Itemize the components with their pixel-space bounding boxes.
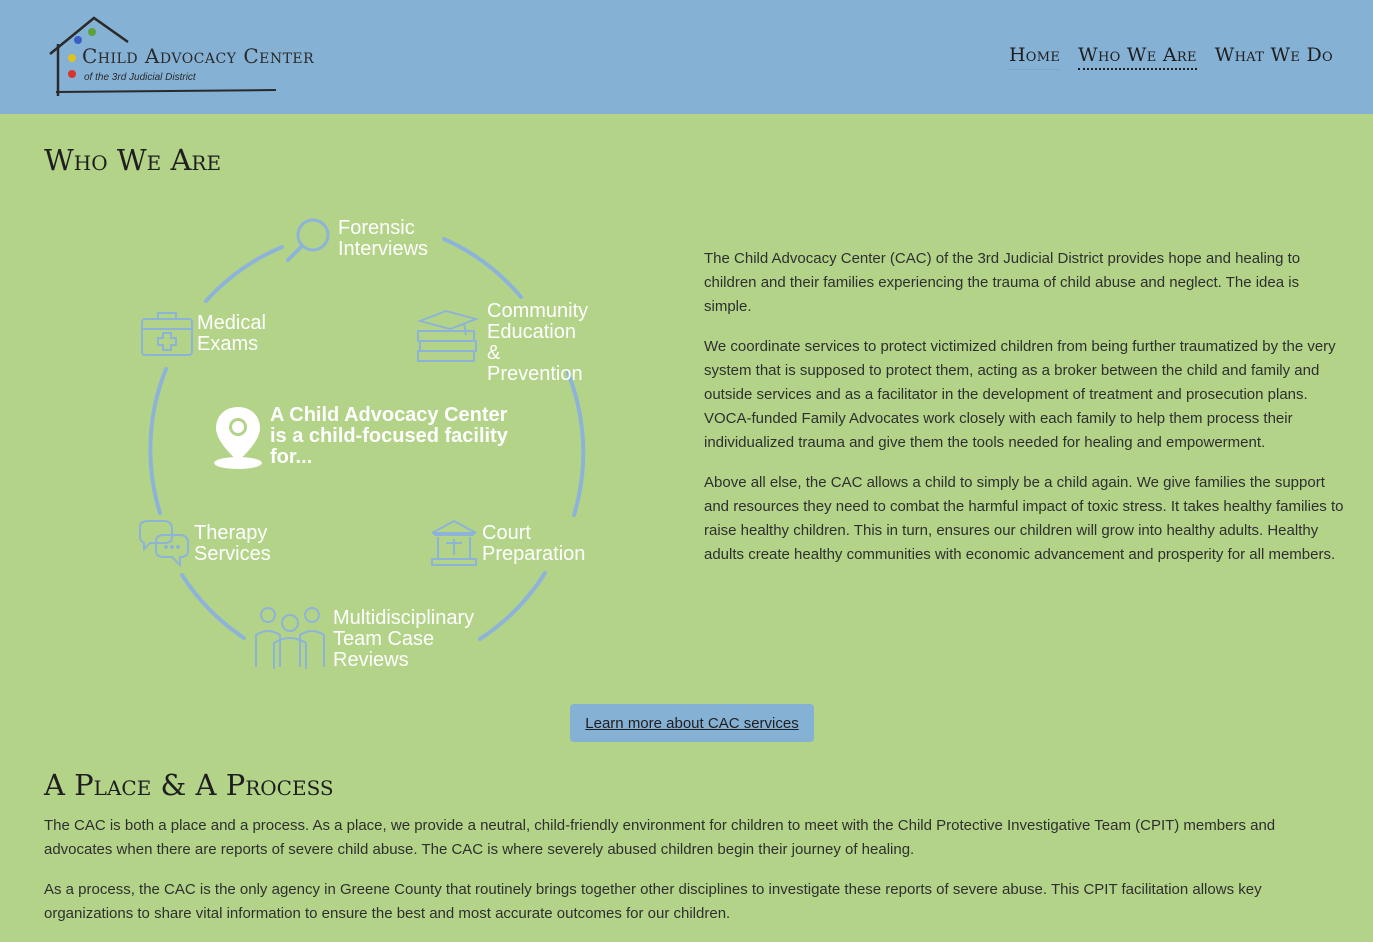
books-icon	[416, 309, 480, 362]
node-label: Forensic Interviews	[338, 217, 429, 260]
nav-who-we-are[interactable]: Who We Are	[1078, 44, 1197, 70]
medical-kit-icon	[141, 312, 193, 356]
chat-bubbles-icon	[139, 520, 189, 568]
paragraph: The CAC is both a place and a process. A…	[44, 817, 1276, 858]
location-pin-icon	[214, 407, 262, 469]
logo[interactable]: Child Advocacy Center of the 3rd Judicia…	[46, 14, 314, 100]
node-label: Therapy Services	[194, 522, 271, 565]
logo-subtitle: of the 3rd Judicial District	[84, 72, 196, 83]
paragraph: Above all else, the CAC allows a child t…	[704, 474, 1344, 563]
courthouse-icon	[431, 519, 477, 566]
main-nav: Home Who We Are What We Do	[1008, 44, 1333, 70]
who-we-are-text: The Child Advocacy Center (CAC) of the 3…	[704, 247, 1344, 583]
node-label: Medical Exams	[197, 312, 266, 355]
node-label: Court Preparation	[482, 522, 586, 565]
services-diagram: A Child Advocacy Center is a child-focus…	[120, 205, 620, 675]
diagram-center-label: A Child Advocacy Center is a child-focus…	[270, 404, 508, 468]
magnifier-icon	[286, 218, 330, 262]
nav-what-we-do[interactable]: What We Do	[1215, 44, 1333, 70]
nav-home[interactable]: Home	[1008, 44, 1061, 70]
logo-title: Child Advocacy Center	[82, 44, 315, 68]
place-process-text: The CAC is both a place and a process. A…	[44, 814, 1334, 942]
team-icon	[255, 607, 325, 669]
paragraph: We coordinate services to protect victim…	[704, 338, 1336, 451]
node-label: Community Education & Prevention	[487, 300, 589, 385]
cta-button[interactable]: Learn more about CAC services	[570, 704, 814, 742]
node-label: Multidisciplinary Team Case Reviews	[333, 607, 475, 671]
site-header: Child Advocacy Center of the 3rd Judicia…	[0, 0, 1373, 114]
paragraph: The Child Advocacy Center (CAC) of the 3…	[704, 250, 1301, 315]
learn-more-link[interactable]: Learn more about CAC services	[585, 715, 798, 732]
paragraph: As a process, the CAC is the only agency…	[44, 881, 1262, 922]
section-heading-who-we-are: Who We Are	[44, 143, 222, 177]
section-heading-place-process: A Place & A Process	[44, 768, 334, 802]
